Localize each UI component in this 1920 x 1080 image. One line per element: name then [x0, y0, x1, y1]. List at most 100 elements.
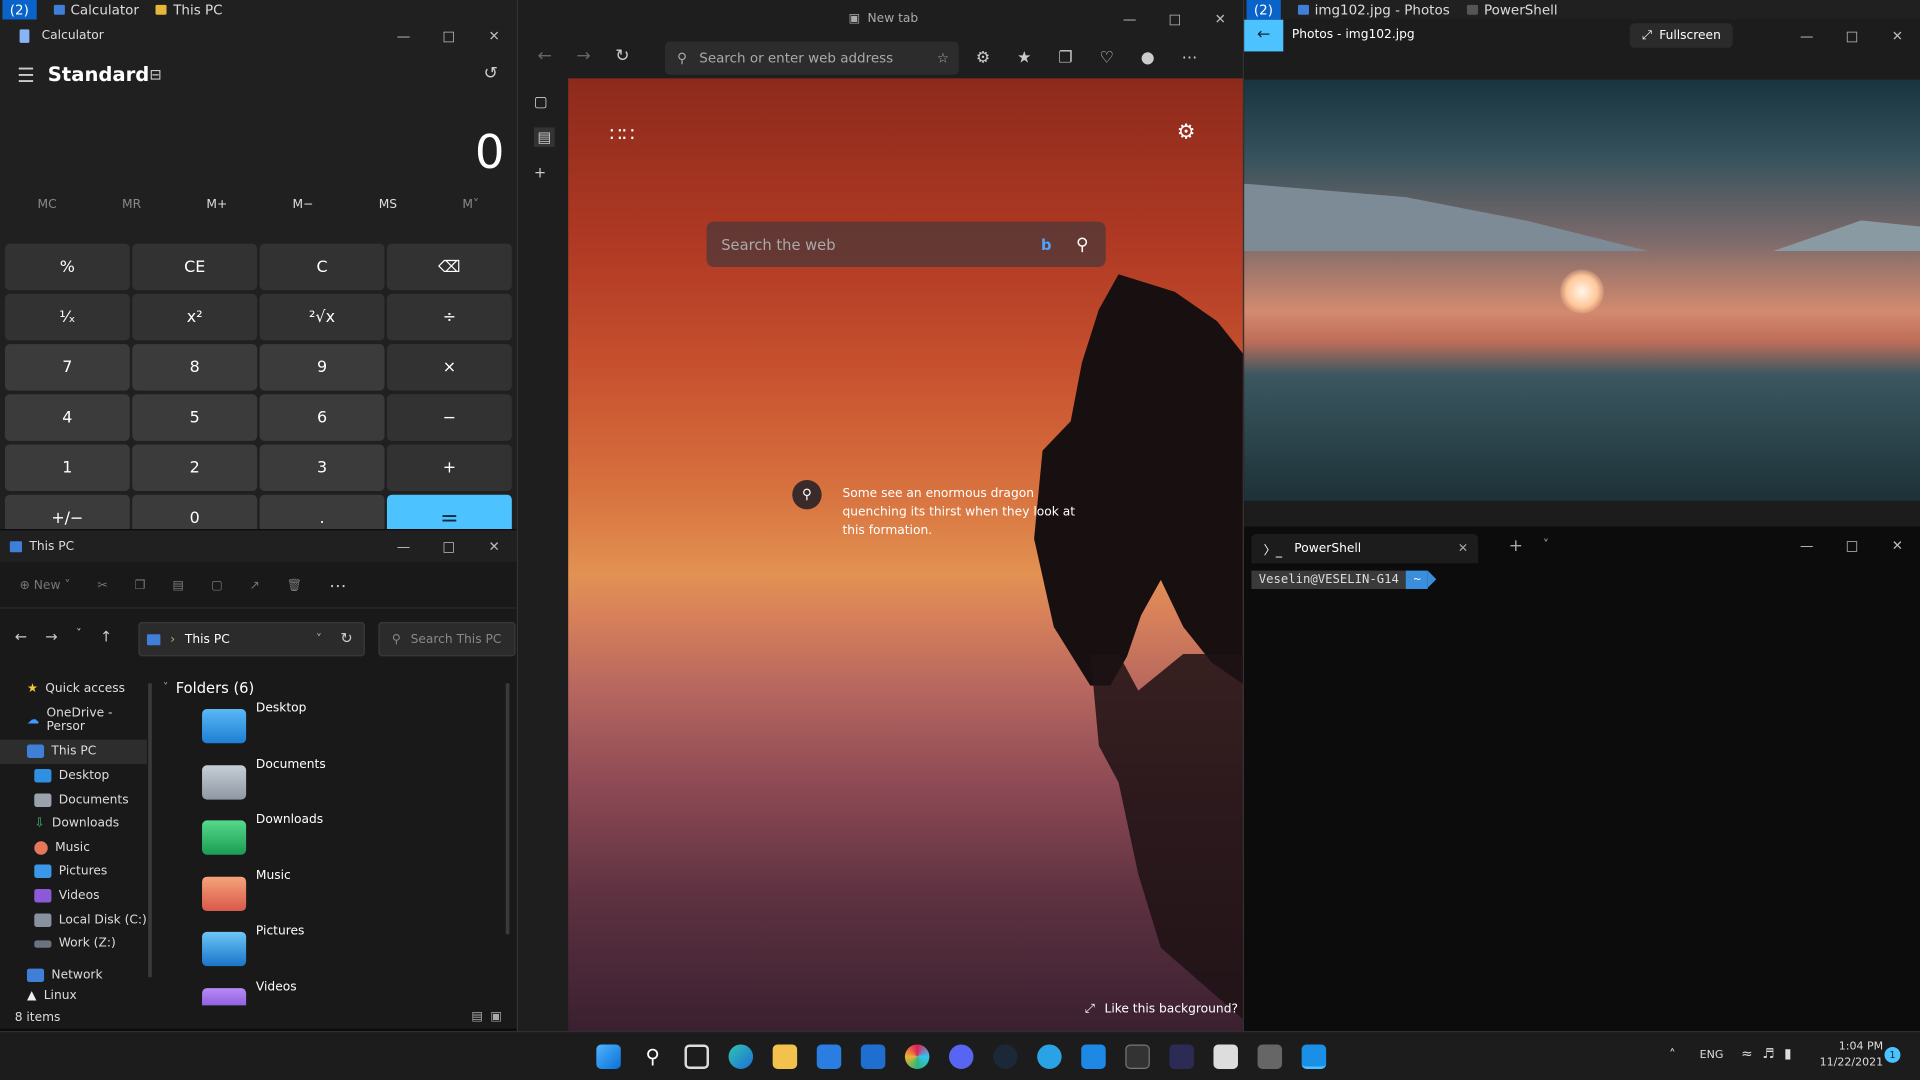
back-icon[interactable]: ←	[15, 628, 27, 645]
folder-item-music[interactable]: Music	[163, 869, 512, 925]
like-background-link[interactable]: ⤢ Like this background?	[1085, 1003, 1238, 1016]
more-icon[interactable]: ⋯	[329, 576, 346, 596]
decimal-key[interactable]: .	[259, 494, 385, 529]
digit-2-key[interactable]: 2	[132, 444, 258, 492]
memory-add-button[interactable]: M+	[206, 198, 227, 211]
close-button[interactable]: ✕	[471, 538, 516, 554]
photos-app-icon[interactable]	[1301, 1044, 1327, 1069]
add-tab-icon[interactable]: +	[534, 164, 555, 181]
collections-icon[interactable]: ❐	[1058, 49, 1072, 67]
edge-icon[interactable]	[728, 1044, 754, 1069]
square-key[interactable]: x²	[132, 293, 258, 341]
content-scrollbar[interactable]	[505, 683, 510, 935]
mail-icon[interactable]	[860, 1044, 886, 1069]
chevron-down-icon[interactable]: ˅	[1543, 539, 1549, 552]
history-icon[interactable]: ↺	[484, 64, 498, 84]
minimize-button[interactable]: —	[381, 538, 426, 554]
memory-list-button[interactable]: M˅	[462, 198, 479, 211]
maximize-button[interactable]: □	[1152, 10, 1197, 26]
terminal-tab[interactable]: 〉_ PowerShell ✕	[1251, 533, 1478, 564]
apps-grid-icon[interactable]: ∷∷	[610, 122, 635, 145]
rename-icon[interactable]: ▢	[211, 579, 223, 592]
tab-new-tab[interactable]: ▣ New tab	[849, 12, 919, 25]
nav-item-desktop[interactable]: Desktop	[0, 764, 147, 788]
share-icon[interactable]: ↗	[250, 579, 260, 592]
digit-4-key[interactable]: 4	[4, 394, 130, 441]
details-view-icon[interactable]: ▤	[471, 1010, 483, 1023]
maximize-button[interactable]: □	[426, 538, 471, 554]
folders-group-header[interactable]: ˅ Folders (6)	[163, 675, 512, 702]
favorites-icon[interactable]: ★	[1017, 49, 1031, 67]
start-icon[interactable]	[596, 1044, 621, 1069]
maximize-button[interactable]: □	[426, 28, 471, 44]
nav-item-onedrive[interactable]: ☁ OneDrive - Persor	[0, 707, 147, 734]
digit-0-key[interactable]: 0	[132, 494, 258, 529]
memory-store-button[interactable]: MS	[379, 198, 397, 211]
delete-icon[interactable]: 🗑	[287, 579, 303, 592]
extensions-icon[interactable]: ⚙	[976, 49, 990, 67]
skype-icon[interactable]	[1037, 1044, 1062, 1069]
backspace-key[interactable]: ⌫	[386, 243, 512, 291]
vscode-icon[interactable]	[1081, 1044, 1106, 1069]
back-icon[interactable]: ←	[538, 47, 552, 67]
recent-icon[interactable]: ˅	[76, 628, 82, 645]
digit-9-key[interactable]: 9	[259, 344, 385, 391]
folder-item-desktop[interactable]: Desktop	[163, 702, 512, 758]
tray-overflow-icon[interactable]: ˄	[1669, 1047, 1676, 1063]
minimize-button[interactable]: —	[1784, 537, 1829, 553]
minimize-button[interactable]: —	[1784, 28, 1829, 44]
clear-key[interactable]: C	[259, 243, 385, 291]
minimize-button[interactable]: —	[1107, 10, 1152, 26]
calculator-app-icon[interactable]	[1257, 1044, 1283, 1069]
nav-item-network[interactable]: Network	[0, 963, 147, 987]
nav-item-videos[interactable]: Videos	[0, 884, 147, 908]
minimize-button[interactable]: —	[381, 28, 426, 44]
steam-icon[interactable]	[993, 1044, 1018, 1069]
bing-icon[interactable]: b	[1041, 236, 1052, 253]
store-icon[interactable]	[1213, 1044, 1238, 1069]
search-icon[interactable]: ⚲	[640, 1044, 664, 1068]
new-button[interactable]: ⊕ New ˅	[20, 579, 71, 592]
subtract-key[interactable]: −	[386, 394, 512, 441]
forward-icon[interactable]: →	[576, 47, 590, 67]
maximize-button[interactable]: □	[1829, 28, 1874, 44]
negate-key[interactable]: +/−	[4, 494, 130, 529]
zone-item-this-pc[interactable]: This PC	[156, 2, 223, 18]
ide-icon[interactable]	[1169, 1044, 1194, 1069]
zone-item-powershell[interactable]: PowerShell	[1466, 2, 1558, 18]
more-icon[interactable]: ⋯	[1182, 49, 1198, 67]
memory-clear-button[interactable]: MC	[38, 198, 57, 211]
folder-item-pictures[interactable]: Pictures	[163, 925, 512, 981]
search-icon[interactable]: ⚲	[1076, 234, 1089, 254]
folder-item-documents[interactable]: Documents	[163, 757, 512, 813]
refresh-icon[interactable]: ↻	[615, 47, 629, 67]
copy-icon[interactable]: ❐	[135, 579, 146, 592]
nav-item-work-drive[interactable]: Work (Z:)	[0, 932, 147, 956]
digit-6-key[interactable]: 6	[259, 394, 385, 441]
tab-actions-icon[interactable]: ▢	[534, 93, 555, 110]
image-info-icon[interactable]: ⚲	[792, 480, 822, 510]
up-icon[interactable]: ↑	[100, 628, 112, 645]
refresh-icon[interactable]: ↻	[340, 629, 352, 646]
forward-icon[interactable]: →	[45, 628, 57, 645]
slack-icon[interactable]	[904, 1044, 930, 1069]
nav-item-local-disk[interactable]: Local Disk (C:)	[0, 908, 147, 932]
profile-icon[interactable]: ●	[1141, 49, 1155, 67]
folder-item-downloads[interactable]: Downloads	[163, 813, 512, 869]
browser-essentials-icon[interactable]: ♡	[1100, 49, 1114, 67]
web-search-box[interactable]: Search the web b ⚲	[706, 221, 1106, 267]
add-key[interactable]: +	[386, 444, 512, 492]
nav-item-this-pc[interactable]: This PC	[0, 739, 147, 764]
multiply-key[interactable]: ×	[386, 344, 512, 391]
maximize-button[interactable]: □	[1829, 537, 1874, 553]
nav-scrollbar[interactable]	[148, 683, 152, 978]
close-button[interactable]: ✕	[1875, 537, 1920, 553]
tiles-view-icon[interactable]: ▣	[490, 1010, 502, 1023]
file-explorer-icon[interactable]	[772, 1044, 798, 1069]
terminal-icon[interactable]	[1125, 1044, 1150, 1069]
paste-icon[interactable]: ▤	[173, 579, 185, 592]
language-indicator[interactable]: ENG	[1700, 1049, 1724, 1061]
nav-item-pictures[interactable]: Pictures	[0, 860, 147, 884]
folder-item-videos[interactable]: Videos	[163, 981, 512, 1006]
equals-key[interactable]: =	[386, 494, 512, 529]
